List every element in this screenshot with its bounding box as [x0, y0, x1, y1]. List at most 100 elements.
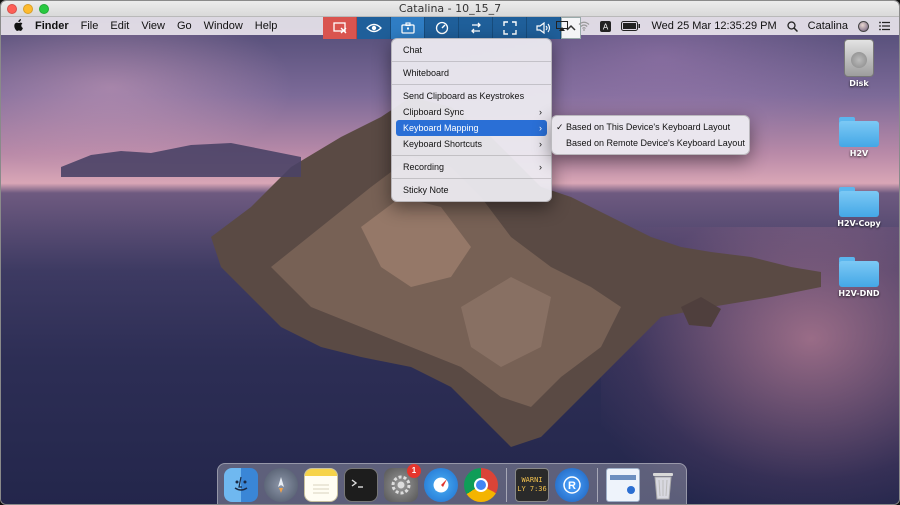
spotlight-search-icon[interactable]	[786, 20, 798, 32]
wallpaper-far-coast	[61, 143, 301, 177]
apple-menu-icon[interactable]	[11, 18, 25, 34]
close-window-button[interactable]	[7, 4, 17, 14]
submenu-arrow-icon: ›	[539, 107, 542, 117]
transfer-button[interactable]	[459, 17, 493, 39]
dock-separator	[506, 467, 507, 502]
desktop-icon-disk[interactable]: Disk	[829, 39, 889, 88]
submenu-item-label: Based on Remote Device's Keyboard Layout	[566, 138, 745, 148]
submenu-item-this-device-layout[interactable]: ✓ Based on This Device's Keyboard Layout	[552, 119, 749, 135]
desktop-icon-h2v[interactable]: H2V	[829, 117, 889, 158]
submenu-arrow-icon: ›	[539, 162, 542, 172]
user-avatar-icon[interactable]	[858, 20, 869, 32]
menu-file[interactable]: File	[81, 20, 99, 32]
menu-item-recording[interactable]: Recording ›	[392, 159, 551, 175]
menu-item-label: Send Clipboard as Keystrokes	[403, 91, 525, 101]
chrome-icon[interactable]	[464, 467, 498, 502]
desktop-icon-h2v-dnd[interactable]: H2V-DND	[829, 257, 889, 298]
fullscreen-icon	[502, 21, 517, 35]
disconnect-icon	[332, 22, 346, 34]
control-center-list-icon[interactable]	[879, 21, 891, 31]
menu-help[interactable]: Help	[255, 20, 278, 32]
terminal-icon[interactable]	[344, 467, 378, 502]
menu-view[interactable]: View	[141, 20, 165, 32]
window-title: Catalina - 10_15_7	[398, 2, 502, 15]
toolbox-icon	[400, 22, 415, 34]
minimize-window-button[interactable]	[23, 4, 33, 14]
disconnect-button[interactable]	[323, 17, 357, 39]
folder-icon	[839, 187, 879, 217]
menu-item-whiteboard[interactable]: Whiteboard	[392, 65, 551, 81]
console-log-text: WARNI LY 7:36	[517, 475, 547, 493]
menu-item-keyboard-mapping[interactable]: Keyboard Mapping ›	[396, 120, 547, 136]
window-titlebar: Catalina - 10_15_7	[1, 1, 899, 17]
menu-finder[interactable]: Finder	[35, 20, 69, 32]
window-controls	[7, 4, 49, 14]
submenu-item-label: Based on This Device's Keyboard Layout	[566, 122, 731, 132]
menu-window[interactable]: Window	[204, 20, 243, 32]
remote-toolbar	[323, 17, 581, 39]
menu-item-label: Sticky Note	[403, 185, 449, 195]
menu-item-label: Chat	[403, 45, 423, 55]
wifi-icon[interactable]	[578, 21, 590, 31]
remote-desktop-window: Catalina - 10_15_7 Disk H2V H2V-Copy H2V…	[0, 0, 900, 505]
desktop-icon-label: H2V-Copy	[837, 219, 881, 228]
input-source-icon[interactable]: A	[600, 20, 612, 32]
menu-item-label: Keyboard Shortcuts	[403, 139, 483, 149]
submenu-arrow-icon: ›	[539, 139, 542, 149]
menubar-status-area: A Wed 25 Mar 12:35:29 PM Catalina	[556, 17, 891, 35]
speed-button[interactable]	[425, 17, 459, 39]
disk-icon	[844, 39, 874, 77]
menubar-clock[interactable]: Wed 25 Mar 12:35:29 PM	[651, 20, 776, 32]
preview-window-icon[interactable]	[606, 467, 640, 502]
desktop-icon-h2v-copy[interactable]: H2V-Copy	[829, 187, 889, 228]
menu-item-send-clipboard-keystrokes[interactable]: Send Clipboard as Keystrokes	[392, 88, 551, 104]
speed-dial-icon	[435, 21, 448, 35]
menu-separator	[392, 61, 551, 62]
transfer-arrows-icon	[470, 22, 481, 34]
menu-item-label: Keyboard Mapping	[403, 123, 479, 133]
desktop-icon-label: Disk	[849, 79, 869, 88]
fullscreen-button[interactable]	[493, 17, 527, 39]
menu-go[interactable]: Go	[177, 20, 192, 32]
dock: 1 WARNI LY 7:36 R	[217, 463, 687, 504]
safari-icon[interactable]	[424, 467, 458, 502]
menu-edit[interactable]: Edit	[110, 20, 129, 32]
tools-button[interactable]	[391, 17, 425, 39]
audio-icon	[535, 22, 550, 34]
checkmark-icon: ✓	[556, 122, 564, 132]
menu-item-label: Recording	[403, 162, 445, 172]
console-icon[interactable]: WARNI LY 7:36	[515, 467, 549, 502]
folder-icon	[839, 117, 879, 147]
notification-badge: 1	[407, 463, 421, 478]
menu-separator	[392, 178, 551, 179]
launchpad-icon[interactable]	[264, 467, 298, 502]
desktop-icon-label: H2V	[849, 149, 869, 158]
submenu-item-remote-device-layout[interactable]: Based on Remote Device's Keyboard Layout	[552, 135, 749, 151]
menu-item-label: Clipboard Sync	[403, 107, 465, 117]
remote-app-icon[interactable]: R	[555, 467, 589, 502]
menu-item-sticky-note[interactable]: Sticky Note	[392, 182, 551, 198]
desktop-icon-label: H2V-DND	[838, 289, 880, 298]
tools-menu: Chat Whiteboard Send Clipboard as Keystr…	[391, 38, 552, 202]
svg-text:A: A	[603, 22, 609, 31]
submenu-arrow-icon: ›	[539, 123, 542, 133]
battery-icon[interactable]	[621, 21, 641, 31]
svg-text:R: R	[568, 480, 576, 492]
menu-item-label: Whiteboard	[403, 68, 450, 78]
folder-icon	[839, 257, 879, 287]
menu-item-clipboard-sync[interactable]: Clipboard Sync ›	[392, 104, 551, 120]
menu-item-keyboard-shortcuts[interactable]: Keyboard Shortcuts ›	[392, 136, 551, 152]
menu-separator	[392, 84, 551, 85]
menubar-user-name[interactable]: Catalina	[808, 20, 848, 32]
keyboard-mapping-submenu: ✓ Based on This Device's Keyboard Layout…	[551, 115, 750, 155]
zoom-window-button[interactable]	[39, 4, 49, 14]
system-preferences-icon[interactable]: 1	[384, 463, 421, 502]
view-button[interactable]	[357, 17, 391, 39]
dock-separator	[597, 467, 598, 502]
trash-icon[interactable]	[646, 468, 680, 502]
view-eye-icon	[365, 23, 382, 33]
finder-icon[interactable]	[224, 467, 258, 502]
menu-item-chat[interactable]: Chat	[392, 42, 551, 58]
notes-icon[interactable]	[304, 467, 338, 502]
airplay-icon[interactable]	[556, 21, 569, 31]
